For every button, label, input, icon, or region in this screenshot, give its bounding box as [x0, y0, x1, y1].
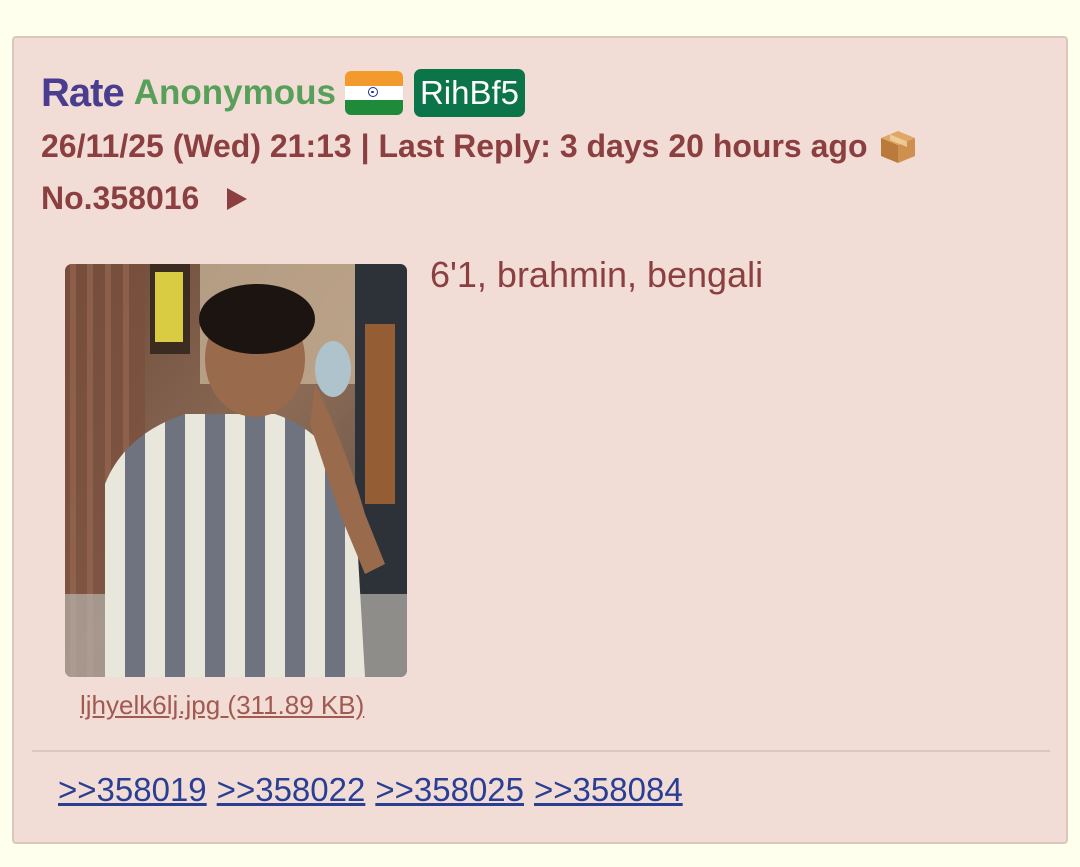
post-subject: Rate [41, 70, 125, 115]
post-number-row: No.358016 [41, 180, 248, 217]
reply-link[interactable]: >>358019 [58, 771, 207, 809]
post-message: 6'1, brahmin, bengali [430, 254, 764, 295]
reply-link[interactable]: >>358025 [375, 771, 524, 809]
package-icon[interactable] [879, 129, 917, 165]
reply-links: >>358019 >>358022 >>358025 >>358084 [58, 771, 683, 809]
expand-arrow-icon[interactable] [227, 187, 248, 210]
poster-name: Anonymous [133, 73, 336, 112]
post-header: Rate Anonymous RihBf5 [41, 68, 525, 118]
post-divider [32, 750, 1050, 752]
post-image-thumbnail[interactable] [65, 264, 407, 677]
post-number[interactable]: No.358016 [41, 180, 199, 217]
file-link[interactable]: ljhyelk6lj.jpg (311.89 KB) [80, 690, 364, 721]
post-meta: 26/11/25 (Wed) 21:13 | Last Reply: 3 day… [41, 128, 917, 165]
india-flag-icon [344, 71, 403, 115]
thread-post: Rate Anonymous RihBf5 26/11/25 (Wed) 21:… [12, 36, 1068, 844]
poster-id-badge[interactable]: RihBf5 [413, 69, 525, 117]
reply-link[interactable]: >>358022 [217, 771, 366, 809]
reply-link[interactable]: >>358084 [534, 771, 683, 809]
post-date-last-reply: 26/11/25 (Wed) 21:13 | Last Reply: 3 day… [41, 128, 868, 164]
